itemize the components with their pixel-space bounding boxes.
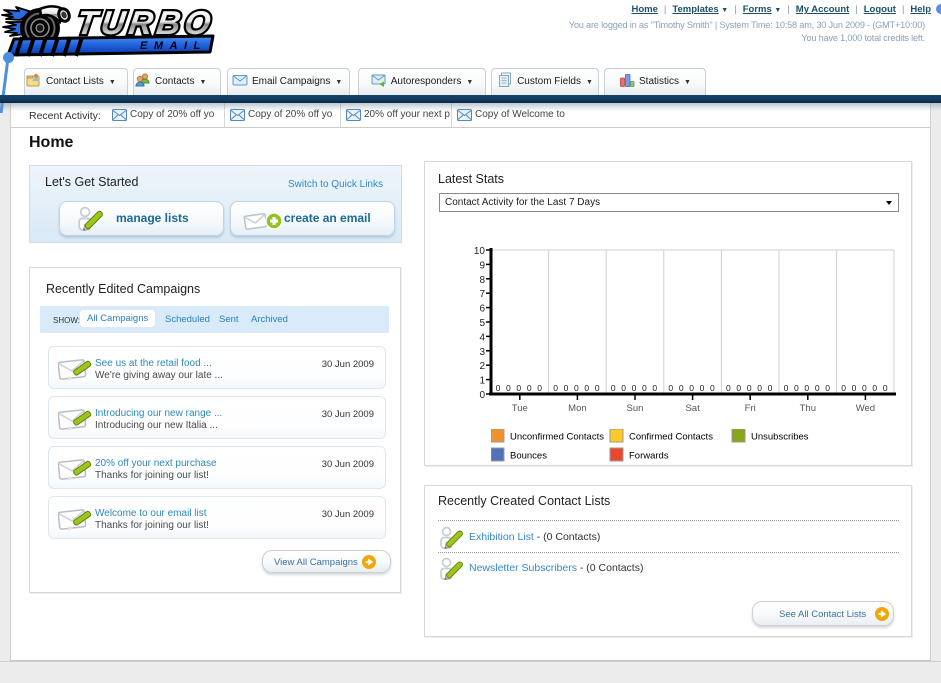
svg-text:10: 10 [474,246,486,257]
svg-text:0: 0 [679,383,684,393]
svg-text:0: 0 [479,390,485,401]
svg-text:4: 4 [479,332,485,343]
svg-text:0: 0 [652,383,657,393]
svg-text:2: 2 [479,361,485,372]
svg-text:0: 0 [736,383,741,393]
svg-text:0: 0 [689,383,694,393]
svg-text:0: 0 [496,383,501,393]
svg-text:0: 0 [841,383,846,393]
svg-text:0: 0 [537,383,542,393]
svg-text:0: 0 [564,383,569,393]
svg-text:0: 0 [584,383,589,393]
svg-text:Unsubscribes: Unsubscribes [751,432,809,443]
svg-text:Fri: Fri [745,403,756,414]
svg-text:0: 0 [668,383,673,393]
svg-text:0: 0 [516,383,521,393]
svg-text:0: 0 [527,383,532,393]
svg-text:8: 8 [479,275,485,286]
svg-text:Forwards: Forwards [629,451,669,462]
svg-text:6: 6 [479,304,485,315]
svg-text:0: 0 [553,383,558,393]
svg-text:0: 0 [595,383,600,393]
svg-text:TURBO: TURBO [74,5,216,42]
svg-text:1: 1 [479,376,485,387]
svg-text:Thu: Thu [800,403,816,414]
svg-text:Sun: Sun [627,403,644,414]
svg-text:Mon: Mon [568,403,586,414]
svg-text:0: 0 [794,383,799,393]
svg-text:0: 0 [700,383,705,393]
svg-text:0: 0 [621,383,626,393]
svg-text:0: 0 [611,383,616,393]
svg-text:5: 5 [479,318,485,329]
svg-text:0: 0 [757,383,762,393]
svg-text:0: 0 [632,383,637,393]
svg-text:Sat: Sat [685,403,700,414]
svg-text:Unconfirmed Contacts: Unconfirmed Contacts [510,432,604,443]
svg-text:0: 0 [747,383,752,393]
svg-text:0: 0 [726,383,731,393]
svg-text:Bounces: Bounces [510,451,547,462]
svg-text:0: 0 [642,383,647,393]
svg-text:0: 0 [825,383,830,393]
svg-text:0: 0 [852,383,857,393]
svg-text:0: 0 [784,383,789,393]
svg-text:3: 3 [479,347,485,358]
svg-text:0: 0 [862,383,867,393]
svg-text:Wed: Wed [856,403,875,414]
svg-text:0: 0 [710,383,715,393]
svg-text:0: 0 [815,383,820,393]
svg-text:0: 0 [883,383,888,393]
svg-text:0: 0 [804,383,809,393]
svg-text:0: 0 [574,383,579,393]
svg-text:9: 9 [479,260,485,271]
svg-text:Confirmed Contacts: Confirmed Contacts [629,432,713,443]
svg-text:0: 0 [768,383,773,393]
svg-text:0: 0 [872,383,877,393]
svg-text:Tue: Tue [512,403,528,414]
svg-text:0: 0 [506,383,511,393]
svg-text:7: 7 [479,289,485,300]
